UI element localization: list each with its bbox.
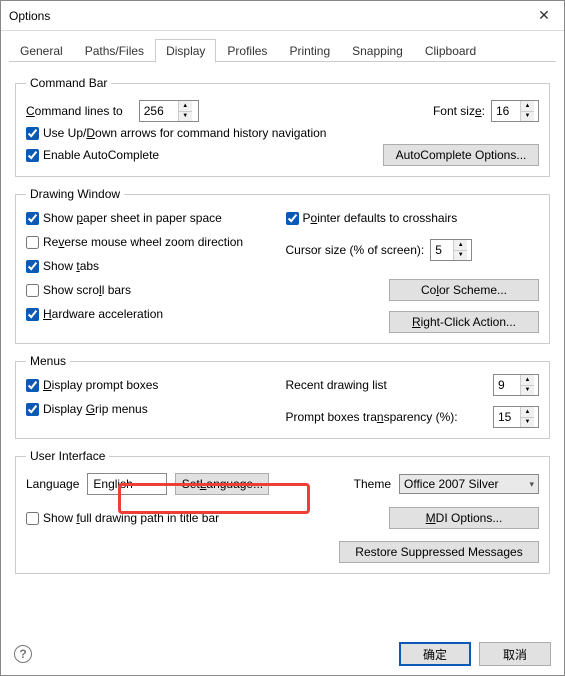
color-scheme-button[interactable]: Color Scheme... [389,279,539,301]
show-full-path-checkbox[interactable]: Show full drawing path in title bar [26,511,219,525]
restore-suppressed-button[interactable]: Restore Suppressed Messages [339,541,539,563]
show-tabs-checkbox[interactable]: Show tabs [26,259,280,273]
ok-button[interactable]: 确定 [399,642,471,666]
close-button[interactable]: ✕ [524,1,564,30]
right-click-action-button[interactable]: Right-Click Action... [389,311,539,333]
show-paper-checkbox[interactable]: Show paper sheet in paper space [26,211,280,225]
cancel-button[interactable]: 取消 [479,642,551,666]
transparency-spinner[interactable]: ▲▼ [493,406,539,428]
group-drawing-window-legend: Drawing Window [26,187,124,201]
spin-down-icon[interactable]: ▼ [521,386,534,396]
mdi-options-button[interactable]: MDI Options... [389,507,539,529]
theme-select[interactable]: Office 2007 Silver ▾ [399,474,539,494]
cursor-size-input[interactable] [431,240,453,260]
help-icon[interactable]: ? [14,645,32,663]
tab-profiles[interactable]: Profiles [216,39,278,62]
group-menus-legend: Menus [26,354,70,368]
tab-clipboard[interactable]: Clipboard [414,39,487,62]
spin-up-icon[interactable]: ▲ [454,240,467,251]
group-command-bar-legend: Command Bar [26,76,111,90]
group-drawing-window: Drawing Window Show paper sheet in paper… [15,187,550,344]
spin-down-icon[interactable]: ▼ [454,251,467,261]
tab-general[interactable]: General [9,39,74,62]
spin-up-icon[interactable]: ▲ [521,407,534,418]
font-size-input[interactable] [492,101,520,121]
transparency-label: Prompt boxes transparency (%): [286,410,458,424]
tab-snapping[interactable]: Snapping [341,39,414,62]
tab-strip: General Paths/Files Display Profiles Pri… [1,31,564,62]
font-size-label: Font size: [433,104,485,118]
command-lines-input[interactable] [140,101,178,121]
recent-drawing-label: Recent drawing list [286,378,387,392]
spin-down-icon[interactable]: ▼ [179,112,192,122]
grip-menus-checkbox[interactable]: Display Grip menus [26,402,280,416]
tab-printing[interactable]: Printing [278,39,341,62]
dialog-footer: ? 确定 取消 [0,634,565,676]
language-input[interactable] [87,473,167,495]
spin-up-icon[interactable]: ▲ [179,101,192,112]
group-command-bar: Command Bar Command lines to ▲▼ Font siz… [15,76,550,177]
spin-down-icon[interactable]: ▼ [521,112,534,122]
group-ui-legend: User Interface [26,449,109,463]
theme-label: Theme [354,477,391,491]
tab-display[interactable]: Display [155,39,216,63]
language-label: Language [26,477,79,491]
spin-up-icon[interactable]: ▲ [521,101,534,112]
cursor-size-label: Cursor size (% of screen): [286,243,425,257]
spin-up-icon[interactable]: ▲ [521,375,534,386]
spin-down-icon[interactable]: ▼ [521,418,534,428]
show-scrollbars-checkbox[interactable]: Show scroll bars [26,283,280,297]
font-size-spinner[interactable]: ▲▼ [491,100,539,122]
group-user-interface: User Interface Language Set Language... … [15,449,550,574]
updown-arrows-checkbox[interactable]: Use Up/Down arrows for command history n… [26,126,539,140]
reverse-wheel-checkbox[interactable]: Reverse mouse wheel zoom direction [26,235,280,249]
chevron-down-icon: ▾ [529,479,534,490]
cursor-size-spinner[interactable]: ▲▼ [430,239,472,261]
autocomplete-checkbox[interactable]: Enable AutoComplete [26,148,159,162]
recent-drawing-spinner[interactable]: ▲▼ [493,374,539,396]
command-lines-label: Command lines to [26,104,123,118]
transparency-input[interactable] [494,407,520,427]
window-title: Options [9,9,50,23]
hardware-accel-checkbox[interactable]: Hardware acceleration [26,307,280,321]
autocomplete-options-button[interactable]: AutoComplete Options... [383,144,539,166]
prompt-boxes-checkbox[interactable]: Display prompt boxes [26,378,280,392]
pointer-crosshairs-checkbox[interactable]: Pointer defaults to crosshairs [286,211,458,225]
command-lines-spinner[interactable]: ▲▼ [139,100,199,122]
set-language-button[interactable]: Set Language... [175,473,269,495]
group-menus: Menus Display prompt boxes Display Grip … [15,354,550,439]
titlebar: Options ✕ [1,1,564,31]
recent-drawing-input[interactable] [494,375,520,395]
tab-paths-files[interactable]: Paths/Files [74,39,155,62]
